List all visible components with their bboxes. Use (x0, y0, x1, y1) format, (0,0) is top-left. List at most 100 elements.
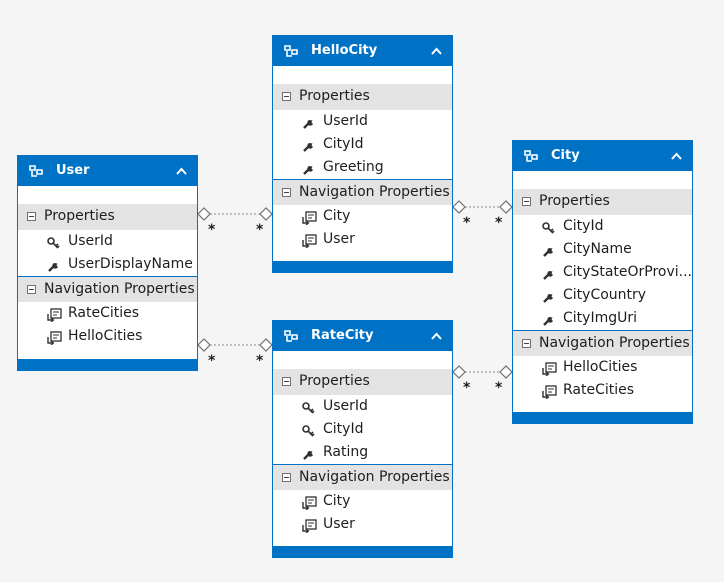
diamond-end-icon (197, 207, 211, 221)
property-name: City (323, 493, 351, 509)
navigation-list: City User (273, 205, 452, 251)
collapse-toggle-icon[interactable] (282, 473, 291, 482)
property-row[interactable]: CityId (273, 418, 452, 441)
entity-header[interactable]: User (18, 156, 197, 186)
property-name: HelloCities (68, 328, 143, 344)
collapse-toggle-icon[interactable] (522, 339, 531, 348)
entity-title: User (56, 163, 90, 178)
property-row[interactable]: UserId (273, 395, 452, 418)
diamond-end-icon (452, 200, 466, 214)
property-name: UserId (323, 398, 368, 414)
diamond-end-icon (499, 200, 513, 214)
navigation-icon (301, 495, 317, 511)
property-row[interactable]: CityCountry (513, 284, 692, 307)
entity-type-icon (284, 330, 298, 342)
navigation-icon (301, 210, 317, 226)
navigation-icon (541, 361, 557, 377)
property-name: CityImgUri (563, 310, 637, 326)
navigation-property-row[interactable]: City (273, 205, 452, 228)
properties-section-header[interactable]: Properties (273, 84, 452, 110)
entity-type-icon (524, 150, 538, 162)
property-row[interactable]: CityName (513, 238, 692, 261)
property-name: City (323, 208, 351, 224)
multiplicity-label: * (256, 222, 264, 238)
property-row[interactable]: UserId (18, 230, 197, 253)
key-icon (301, 400, 317, 414)
properties-list: UserId CityId Greeting (273, 110, 452, 179)
property-name: Greeting (323, 159, 384, 175)
property-name: Rating (323, 444, 369, 460)
multiplicity-label: * (208, 353, 216, 369)
property-name: CityName (563, 241, 632, 257)
property-row[interactable]: UserDisplayName (18, 253, 197, 276)
properties-list: UserId CityId Rating (273, 395, 452, 464)
property-row[interactable]: CityImgUri (513, 307, 692, 330)
navigation-property-row[interactable]: User (273, 513, 452, 536)
entity-user[interactable]: User Properties UserId UserDisplayName Na… (17, 155, 198, 371)
section-label: Navigation Properties (299, 184, 450, 200)
collapse-toggle-icon[interactable] (27, 212, 36, 221)
properties-list: CityId CityName CityStateOrProvi... CityCou… (513, 215, 692, 330)
entity-hellocity[interactable]: HelloCity Properties UserId CityId Greetin… (272, 35, 453, 273)
property-row[interactable]: Greeting (273, 156, 452, 179)
navigation-property-row[interactable]: RateCities (513, 379, 692, 402)
navigation-section-header[interactable]: Navigation Properties (273, 464, 452, 490)
entity-header[interactable]: HelloCity (273, 36, 452, 66)
navigation-icon (541, 384, 557, 400)
chevron-up-icon[interactable] (671, 152, 682, 160)
navigation-property-row[interactable]: HelloCities (513, 356, 692, 379)
chevron-up-icon[interactable] (176, 167, 187, 175)
property-row[interactable]: CityStateOrProvi... (513, 261, 692, 284)
property-name: CityStateOrProvi... (563, 264, 693, 280)
property-row[interactable]: UserId (273, 110, 452, 133)
navigation-property-row[interactable]: City (273, 490, 452, 513)
entity-header[interactable]: City (513, 141, 692, 171)
wrench-icon (541, 289, 557, 303)
diamond-end-icon (259, 338, 273, 352)
section-label: Properties (299, 88, 370, 104)
properties-section-header[interactable]: Properties (273, 369, 452, 395)
properties-section-header[interactable]: Properties (18, 204, 197, 230)
key-icon (46, 235, 62, 249)
navigation-property-row[interactable]: User (273, 228, 452, 251)
collapse-toggle-icon[interactable] (282, 188, 291, 197)
entity-type-icon (284, 45, 298, 57)
property-name: CityCountry (563, 287, 647, 303)
chevron-up-icon[interactable] (431, 332, 442, 340)
navigation-property-row[interactable]: RateCities (18, 302, 197, 325)
entity-ratecity[interactable]: RateCity Properties UserId CityId Rating N… (272, 320, 453, 558)
chevron-up-icon[interactable] (431, 47, 442, 55)
multiplicity-label: * (256, 353, 264, 369)
key-icon (541, 220, 557, 234)
property-name: RateCities (563, 382, 635, 398)
wrench-icon (46, 258, 62, 272)
property-row[interactable]: CityId (513, 215, 692, 238)
section-label: Properties (539, 193, 610, 209)
multiplicity-label: * (495, 215, 503, 231)
section-label: Navigation Properties (299, 469, 450, 485)
collapse-toggle-icon[interactable] (27, 285, 36, 294)
multiplicity-label: * (208, 222, 216, 238)
section-label: Navigation Properties (539, 335, 690, 351)
collapse-toggle-icon[interactable] (282, 377, 291, 386)
property-name: UserDisplayName (68, 256, 193, 272)
entity-city[interactable]: City Properties CityId CityName CityStateO… (512, 140, 693, 424)
wrench-icon (301, 161, 317, 175)
navigation-list: City User (273, 490, 452, 536)
properties-section-header[interactable]: Properties (513, 189, 692, 215)
navigation-section-header[interactable]: Navigation Properties (273, 179, 452, 205)
navigation-icon (46, 330, 62, 346)
collapse-toggle-icon[interactable] (522, 197, 531, 206)
property-row[interactable]: CityId (273, 133, 452, 156)
wrench-icon (541, 312, 557, 326)
navigation-property-row[interactable]: HelloCities (18, 325, 197, 348)
entity-header[interactable]: RateCity (273, 321, 452, 351)
key-icon (301, 423, 317, 437)
navigation-section-header[interactable]: Navigation Properties (513, 330, 692, 356)
property-row[interactable]: Rating (273, 441, 452, 464)
multiplicity-label: * (463, 380, 471, 396)
navigation-section-header[interactable]: Navigation Properties (18, 276, 197, 302)
collapse-toggle-icon[interactable] (282, 92, 291, 101)
property-name: CityId (323, 136, 364, 152)
navigation-icon (301, 518, 317, 534)
